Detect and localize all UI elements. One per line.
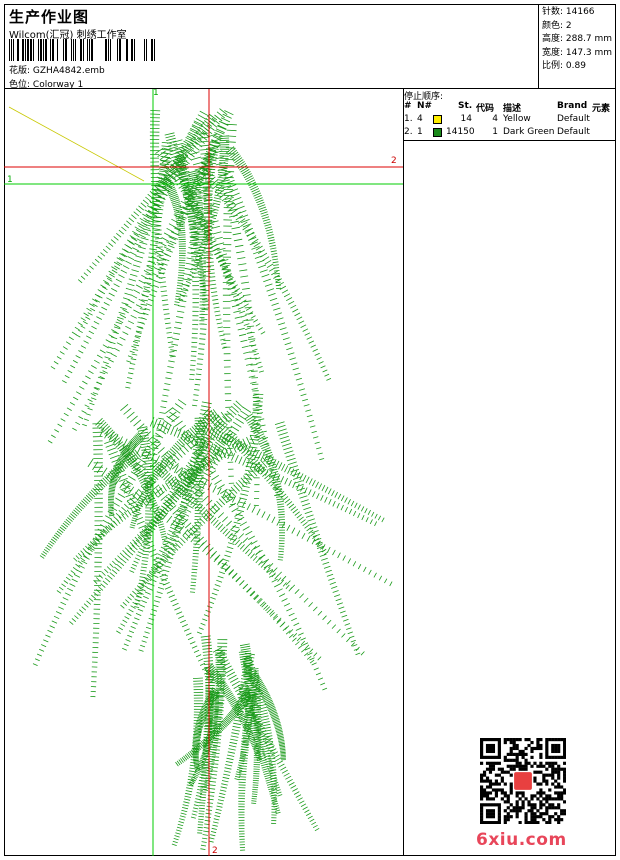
design-label: 花版: [9, 66, 31, 76]
row-stitches: 14 [460, 114, 472, 124]
header-panel: 生产作业图 Wilcom(汇冠) 刺绣工作室 花版: GZHA4842.emb … [4, 4, 616, 90]
red-vertical-axis-label: 2 [212, 846, 218, 856]
stop-row[interactable]: 2. 1 14150 1 Dark Green Default [404, 127, 616, 139]
stitch-strand [202, 407, 329, 556]
color-swatch [433, 128, 442, 137]
stitch-strand [95, 417, 170, 550]
stitch-strand [82, 148, 174, 427]
stat-scale: 比例: 0.89 [542, 61, 586, 71]
design-preview[interactable]: 1 1 2 2 [4, 89, 404, 856]
stitch-strand [202, 424, 385, 523]
stitch-strand [221, 171, 325, 461]
stitch-strand [248, 668, 262, 804]
stitch-strand [197, 164, 332, 381]
red-horizontal-axis-label: 2 [391, 156, 397, 166]
embroidery-canvas[interactable] [4, 89, 404, 856]
row-desc: Yellow [503, 114, 531, 124]
stitch-strand [160, 174, 186, 306]
stitch-strand [196, 393, 264, 635]
stitch-strand [77, 113, 218, 284]
green-vertical-axis-label: 1 [153, 89, 159, 98]
col-element: 元素 [592, 104, 611, 114]
stitch-strand [274, 421, 361, 656]
row-num: 1. [404, 114, 413, 124]
color-swatch [433, 115, 442, 124]
col-num: # [404, 101, 412, 111]
col-code: 代码 [476, 104, 495, 114]
row-code: 4 [492, 114, 498, 124]
design-info: 花版: GZHA4842.emb [9, 63, 105, 76]
stitch-strand [212, 647, 320, 832]
qr-logo-stamp [514, 772, 532, 790]
stat-width: 宽度: 147.3 mm [542, 47, 613, 58]
stitch-strand [90, 423, 103, 698]
stat-height: 高度: 288.7 mm [542, 34, 613, 44]
row-code: 1 [492, 127, 498, 137]
stitch-strand [197, 671, 216, 834]
stitch-strand [120, 403, 365, 656]
stop-sequence-panel: 停止顺序: # N# St. 代码 描述 Brand 元素 1. 4 14 4 … [404, 89, 616, 141]
design-value: GZHA4842.emb [32, 66, 105, 76]
stitch-strand [125, 142, 172, 389]
row-needle: 4 [417, 114, 423, 124]
col-desc: 描述 [503, 104, 522, 114]
row-brand: Default [557, 114, 590, 124]
stitch-strand [107, 432, 145, 517]
col-brand: Brand [557, 101, 588, 111]
stitch-strand [226, 146, 282, 289]
col-stitches: St. [458, 101, 473, 111]
stitch-strand [39, 449, 142, 559]
row-needle: 1 [417, 127, 423, 137]
row-stitches: 14150 [446, 127, 475, 137]
site-logo: 6xiu.com [476, 830, 567, 850]
stitch-strand [222, 123, 237, 505]
stat-colors: 颜色: 2 [542, 20, 572, 31]
stat-stitches: 针数: 14166 [542, 7, 595, 17]
stop-row[interactable]: 1. 4 14 4 Yellow Default [404, 114, 616, 126]
row-brand: Default [557, 127, 590, 137]
page-title: 生产作业图 [9, 8, 90, 26]
green-horizontal-axis-label: 1 [7, 175, 13, 185]
barcode [9, 39, 155, 61]
stop-sequence-header: # N# St. 代码 描述 Brand 元素 [404, 101, 616, 114]
qr-code [480, 738, 566, 824]
row-num: 2. [404, 127, 413, 137]
col-needle: N# [417, 101, 433, 111]
row-desc: Dark Green [503, 127, 555, 137]
stats-panel: 针数: 14166 颜色: 2 高度: 288.7 mm 宽度: 147.3 m… [538, 4, 616, 88]
